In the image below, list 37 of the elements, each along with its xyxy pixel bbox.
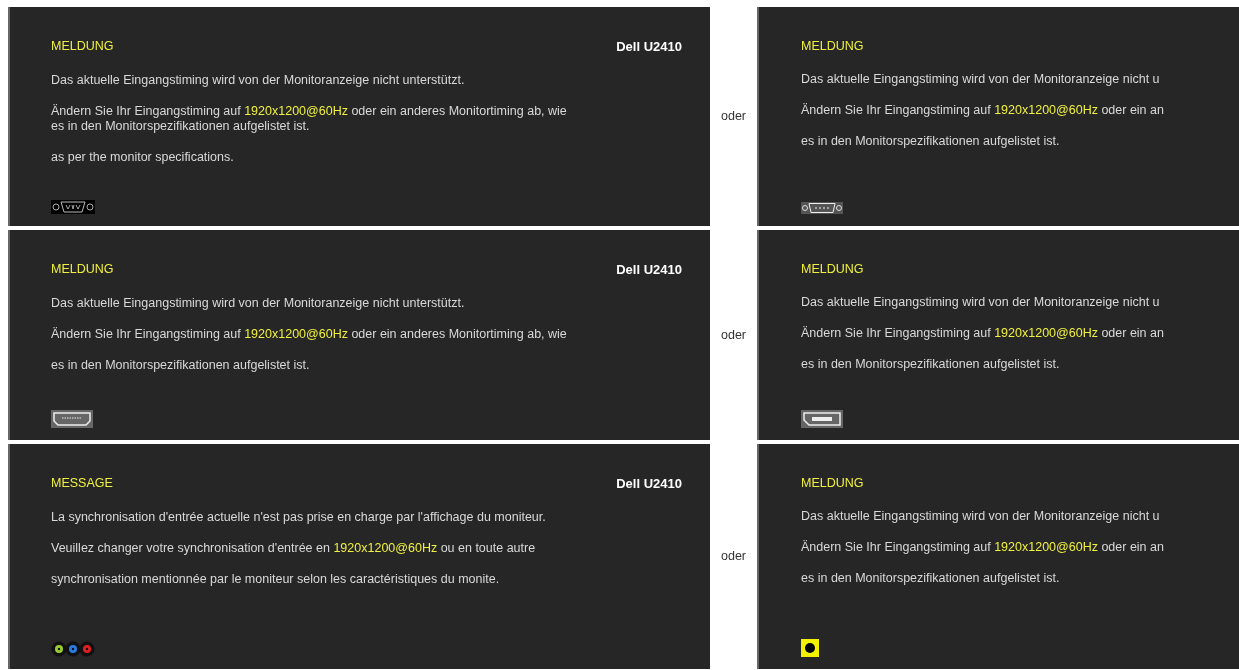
separator-label: oder	[721, 548, 746, 566]
separator-label: oder	[721, 326, 746, 344]
message-title: MELDUNG	[801, 261, 864, 278]
message-line: Ändern Sie Ihr Eingangstiming auf 1920x1200@60Hz oder ein anderes Monitortiming ab, wie	[51, 103, 568, 119]
message-title: MESSAGE	[51, 475, 113, 493]
composite-jack-icon	[801, 639, 819, 657]
message-line: Das aktuelle Eingangstiming wird von der Monitoranzeige nicht u	[801, 71, 1161, 87]
hdmi-port-icon	[51, 410, 93, 428]
message-line: synchronisation mentionnée par le moniteur selon les caractéristiques du monite.	[51, 571, 501, 587]
message-title: MELDUNG	[51, 261, 114, 279]
monitor-model: Dell U2410	[616, 38, 682, 56]
vga-port-icon	[51, 200, 95, 214]
message-line: es in den Monitorspezifikationen aufgelistet ist.	[801, 570, 1061, 586]
message-title: MELDUNG	[801, 475, 864, 492]
message-title: MELDUNG	[51, 38, 114, 56]
message-line: Ändern Sie Ihr Eingangstiming auf 1920x1200@60Hz oder ein an	[801, 102, 1165, 118]
message-line: Veuillez changer votre synchronisation d'entrée en 1920x1200@60Hz ou en toute autre	[51, 540, 537, 556]
message-line: es in den Monitorspezifikationen aufgelistet ist.	[51, 357, 311, 373]
message-line: Das aktuelle Eingangstiming wird von der Monitoranzeige nicht u	[801, 294, 1161, 310]
separator-label: oder	[721, 108, 746, 126]
message-line: es in den Monitorspezifikationen aufgelistet ist.	[801, 133, 1061, 149]
component-jacks-icon	[51, 641, 95, 657]
message-line: es in den Monitorspezifikationen aufgelistet ist.	[801, 356, 1061, 372]
message-line: Das aktuelle Eingangstiming wird von der Monitoranzeige nicht unterstützt.	[51, 295, 466, 311]
displayport-port-icon	[801, 410, 843, 428]
monitor-model: Dell U2410	[616, 261, 682, 279]
monitor-model: Dell U2410	[616, 475, 682, 493]
message-line: La synchronisation d'entrée actuelle n'est pas prise en charge par l'affichage du moniteur.	[51, 509, 547, 525]
message-line: Ändern Sie Ihr Eingangstiming auf 1920x1200@60Hz oder ein an	[801, 325, 1165, 341]
message-line: Ändern Sie Ihr Eingangstiming auf 1920x1200@60Hz oder ein an	[801, 539, 1165, 555]
message-line: Ändern Sie Ihr Eingangstiming auf 1920x1200@60Hz oder ein anderes Monitortiming ab, wie	[51, 326, 568, 342]
dvi-port-icon	[801, 202, 843, 214]
message-title: MELDUNG	[801, 38, 864, 55]
message-line: Das aktuelle Eingangstiming wird von der Monitoranzeige nicht u	[801, 508, 1161, 524]
message-line: Das aktuelle Eingangstiming wird von der Monitoranzeige nicht unterstützt.	[51, 72, 466, 88]
message-line: es in den Monitorspezifikationen aufgelistet ist.	[51, 118, 311, 134]
message-line: as per the monitor specifications.	[51, 149, 235, 165]
